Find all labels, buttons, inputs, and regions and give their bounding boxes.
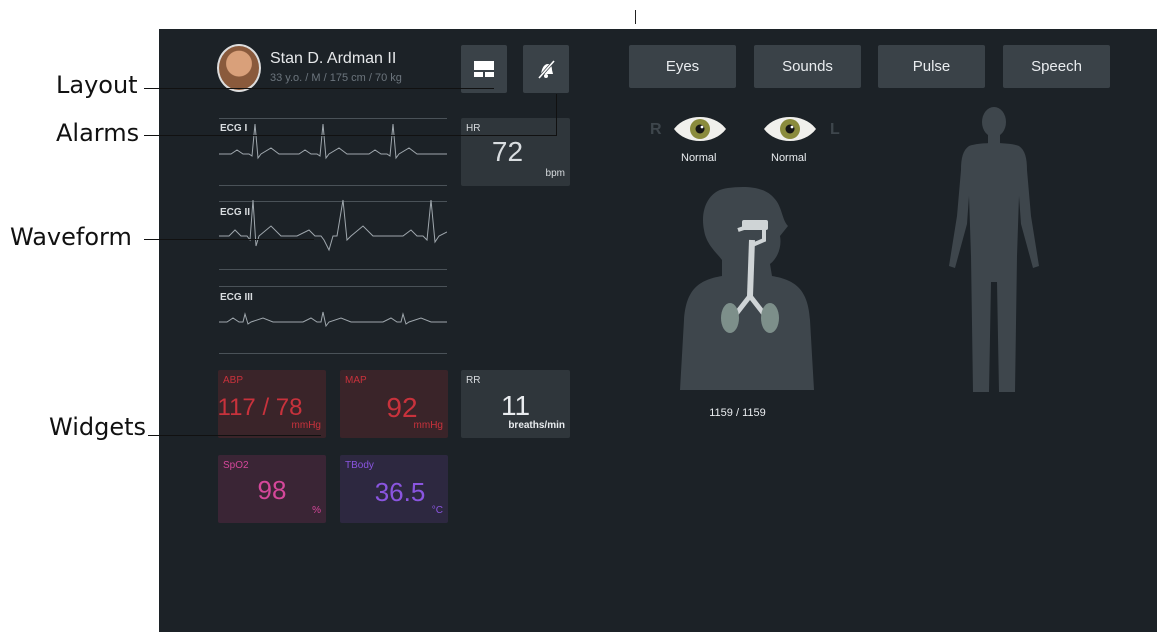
callout-waveform: Waveform xyxy=(10,223,132,251)
layout-button[interactable] xyxy=(461,45,507,93)
ecg1-waveform[interactable] xyxy=(219,118,447,168)
tab-speech[interactable]: Speech xyxy=(1003,45,1110,88)
callout-alarms-leader xyxy=(144,135,557,136)
airway-breath-count: 1159 / 1159 xyxy=(709,407,766,419)
tab-sounds[interactable]: Sounds xyxy=(754,45,861,88)
hr-widget[interactable]: HR 72 bpm xyxy=(461,118,570,186)
alarm-muted-icon xyxy=(537,60,556,79)
callout-layout: Layout xyxy=(56,71,138,99)
callout-alarms: Alarms xyxy=(56,119,140,147)
callout-alarms-leader xyxy=(556,94,557,136)
tbody-value: 36.5 xyxy=(374,477,426,507)
alarms-button[interactable] xyxy=(523,45,569,93)
rr-label: RR xyxy=(466,375,481,386)
left-eye-status: Normal xyxy=(771,152,807,164)
ecg2-waveform[interactable] xyxy=(219,196,447,260)
rr-widget[interactable]: RR 11 breaths/min xyxy=(461,370,570,438)
tab-pulse[interactable]: Pulse xyxy=(878,45,985,88)
callout-widgets: Widgets xyxy=(49,413,147,441)
abp-label: ABP xyxy=(223,375,244,386)
map-unit: mmHg xyxy=(413,420,443,431)
abp-unit: mmHg xyxy=(291,420,321,431)
patient-details: 33 y.o. / M / 175 cm / 70 kg xyxy=(270,72,402,84)
hr-value: 72 xyxy=(491,136,524,167)
right-eye-icon[interactable] xyxy=(672,112,728,146)
spo2-value: 98 xyxy=(257,475,287,505)
spo2-unit: % xyxy=(312,505,321,516)
airway-torso-figure[interactable] xyxy=(678,180,816,390)
layout-icon xyxy=(474,61,494,77)
patient-name: Stan D. Ardman II xyxy=(270,50,397,67)
body-figure[interactable] xyxy=(935,106,1053,398)
waveform-divider xyxy=(219,269,447,270)
callout-widgets-leader xyxy=(148,435,321,436)
callout-layout-leader xyxy=(144,88,494,89)
tab-eyes[interactable]: Eyes xyxy=(629,45,736,88)
map-widget[interactable]: MAP 92 mmHg xyxy=(340,370,448,438)
abp-value: 117 / 78 xyxy=(217,394,303,421)
patient-avatar[interactable] xyxy=(217,44,261,92)
waveform-divider xyxy=(219,353,447,354)
hr-label: HR xyxy=(466,123,481,134)
rr-unit: breaths/min xyxy=(508,420,565,431)
tbody-label: TBody xyxy=(345,460,374,471)
waveform-divider xyxy=(219,286,447,287)
eye-left-letter: L xyxy=(830,121,840,138)
ecg3-waveform[interactable] xyxy=(219,302,447,332)
callout-waveform-leader xyxy=(144,239,314,240)
map-label: MAP xyxy=(345,375,367,386)
abp-widget[interactable]: ABP 117 / 78 mmHg xyxy=(218,370,326,438)
rr-value: 11 xyxy=(500,390,531,421)
hr-unit: bpm xyxy=(545,168,565,179)
spo2-label: SpO2 xyxy=(223,460,249,471)
left-eye-icon[interactable] xyxy=(762,112,818,146)
top-tick-mark xyxy=(635,10,636,24)
right-eye-status: Normal xyxy=(681,152,717,164)
tbody-widget[interactable]: TBody 36.5 °C xyxy=(340,455,448,523)
spo2-widget[interactable]: SpO2 98 % xyxy=(218,455,326,523)
waveform-divider xyxy=(219,185,447,186)
eye-right-letter: R xyxy=(650,121,662,138)
tbody-unit: °C xyxy=(431,505,443,516)
